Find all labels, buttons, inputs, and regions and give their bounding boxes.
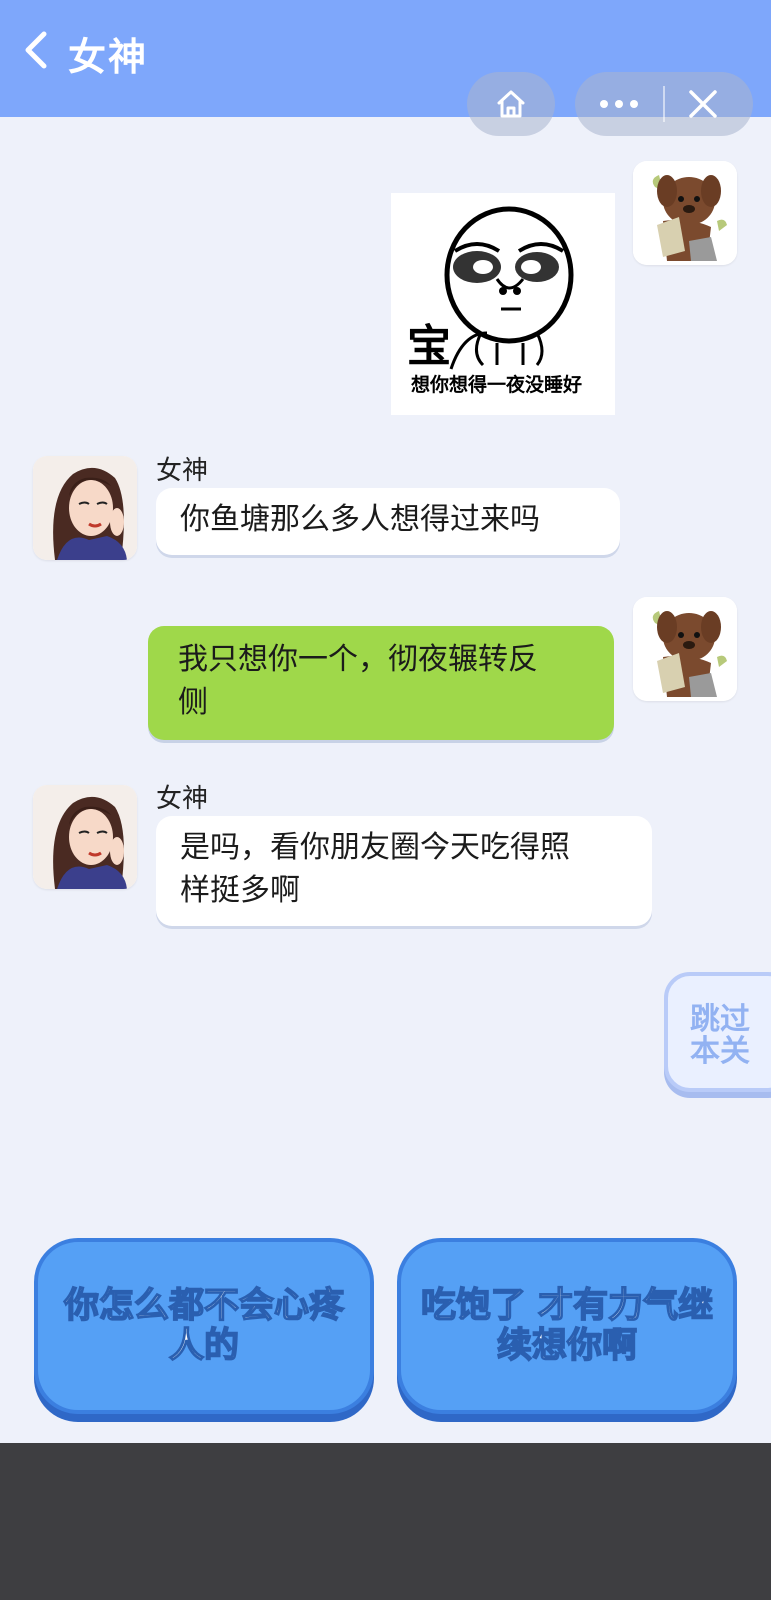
home-button[interactable] xyxy=(467,72,555,136)
meme-face-sticker: 宝 想你想得一夜没睡好 xyxy=(407,206,582,396)
message-bubble-left[interactable]: 是吗，看你朋友圈今天吃得照 样挺多啊 xyxy=(156,816,652,926)
dog-avatar-icon xyxy=(633,161,737,265)
my-avatar[interactable] xyxy=(633,161,737,265)
bottom-system-area xyxy=(0,1443,771,1600)
sender-name: 女神 xyxy=(156,456,209,486)
message-text-line: 侧 xyxy=(178,685,208,720)
sticker-message: 宝 想你想得一夜没睡好 xyxy=(391,193,615,415)
sticker-big-char: 宝 xyxy=(407,321,451,372)
sender-name: 女神 xyxy=(156,784,209,814)
sticker-caption: 想你想得一夜没睡好 xyxy=(411,373,582,396)
dog-avatar-icon xyxy=(633,597,737,701)
message-text-line: 是吗，看你朋友圈今天吃得照 xyxy=(180,830,570,865)
choice-label-line: 人的 xyxy=(168,1325,240,1367)
girl-avatar-icon xyxy=(33,456,137,560)
message-bubble-left[interactable]: 你鱼塘那么多人想得过来吗 xyxy=(156,488,620,555)
girl-avatar-icon xyxy=(33,785,137,889)
message-text-line: 样挺多啊 xyxy=(180,873,300,908)
answer-choice-1[interactable]: 你怎么都不会心疼 人的 xyxy=(34,1238,374,1414)
capsule-divider xyxy=(663,86,665,122)
choice-label-line: 吃饱了 才有力气继 xyxy=(420,1285,714,1327)
home-icon xyxy=(497,90,525,118)
close-icon[interactable] xyxy=(687,88,719,120)
page-title: 女神 xyxy=(68,35,149,79)
message-bubble-right[interactable]: 我只想你一个，彻夜辗转反 侧 xyxy=(148,626,614,740)
back-arrow-icon[interactable] xyxy=(18,28,58,72)
contact-avatar[interactable] xyxy=(33,456,137,560)
skip-label-line: 跳过 xyxy=(690,1002,750,1037)
skip-label-line: 本关 xyxy=(690,1034,750,1069)
choice-label-line: 续想你啊 xyxy=(496,1325,638,1367)
my-avatar[interactable] xyxy=(633,597,737,701)
miniapp-capsule xyxy=(575,72,753,136)
contact-avatar[interactable] xyxy=(33,785,137,889)
message-text: 你鱼塘那么多人想得过来吗 xyxy=(180,502,540,537)
more-dots-icon[interactable] xyxy=(597,92,641,116)
skip-level-button[interactable]: 跳过 本关 xyxy=(664,972,771,1092)
message-text-line: 我只想你一个，彻夜辗转反 xyxy=(178,642,538,677)
answer-choice-2[interactable]: 吃饱了 才有力气继 续想你啊 xyxy=(397,1238,737,1414)
choice-label-line: 你怎么都不会心疼 xyxy=(63,1285,345,1327)
